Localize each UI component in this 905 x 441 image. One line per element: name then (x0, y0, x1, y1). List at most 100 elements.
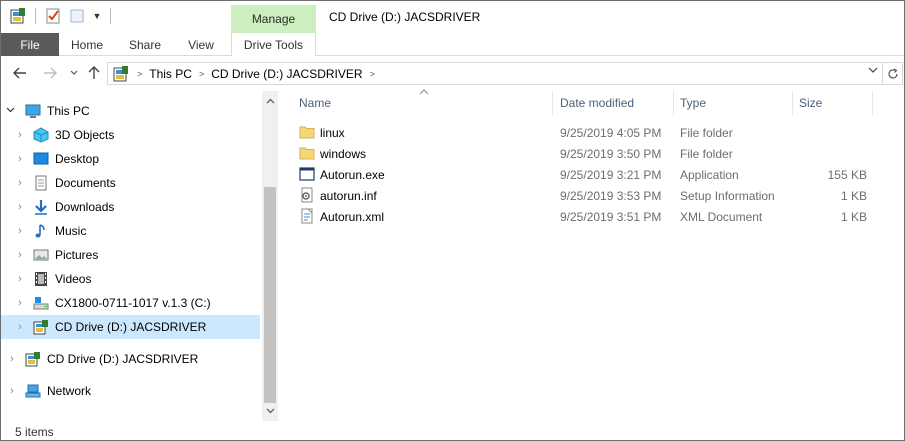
hard-drive-icon (33, 297, 49, 310)
chevron-down-icon (868, 67, 878, 73)
cd-drive-icon (113, 65, 128, 81)
chevron-down-icon (70, 70, 78, 75)
arrow-right-icon (44, 67, 57, 79)
refresh-button[interactable] (883, 62, 903, 85)
nav-item-label: CX1800-0711-1017 v.1.3 (C:) (55, 296, 211, 310)
column-header-date-modified[interactable]: Date modified (554, 91, 674, 115)
music-icon (35, 224, 45, 238)
expand-chevron[interactable]: › (15, 177, 25, 189)
tab-drive-tools[interactable]: Drive Tools (231, 33, 316, 56)
scrollbar-thumb[interactable] (264, 187, 276, 403)
3d-objects-icon (33, 127, 49, 143)
file-type: Application (680, 168, 739, 182)
address-bar[interactable]: > This PC > CD Drive (D:) JACSDRIVER > (107, 62, 883, 85)
expand-chevron[interactable]: › (15, 153, 25, 165)
nav-item-label: Music (55, 224, 87, 238)
toolbar-separator (110, 8, 111, 24)
file-name: windows (320, 147, 367, 161)
nav-item-downloads[interactable]: › Downloads (1, 195, 260, 219)
tab-view[interactable]: View (175, 33, 227, 56)
customize-toolbar-dropdown[interactable]: ▼ (92, 11, 102, 21)
nav-item-desktop[interactable]: › Desktop (1, 147, 260, 171)
tab-home[interactable]: Home (59, 33, 115, 56)
chevron-down-icon (6, 107, 14, 113)
column-header-name[interactable]: Name (293, 91, 553, 115)
tab-file[interactable]: File (1, 33, 59, 56)
scroll-down-button[interactable] (262, 403, 278, 419)
nav-item-label: Documents (55, 176, 116, 190)
application-icon (299, 167, 315, 181)
computer-icon (25, 104, 41, 118)
expand-chevron[interactable]: › (15, 225, 25, 237)
file-size: 155 KB (827, 168, 867, 182)
file-name: Autorun.xml (320, 210, 385, 224)
file-date: 9/25/2019 3:21 PM (560, 168, 662, 182)
up-button[interactable] (85, 64, 103, 82)
nav-item-documents[interactable]: › Documents (1, 171, 260, 195)
nav-item-this-pc[interactable]: This PC (1, 99, 260, 123)
nav-item-videos[interactable]: › Videos (1, 267, 260, 291)
breadcrumb-cd-drive[interactable]: CD Drive (D:) JACSDRIVER (211, 67, 362, 81)
column-header-size[interactable]: Size (793, 91, 873, 115)
scroll-up-button[interactable] (262, 93, 278, 109)
breadcrumb-separator[interactable]: > (370, 69, 375, 79)
ribbon-tabs: File Home Share View Drive Tools (1, 33, 904, 56)
properties-icon[interactable] (44, 7, 62, 25)
nav-item-network[interactable]: › Network (1, 379, 260, 403)
expand-chevron[interactable]: › (7, 353, 17, 365)
videos-icon (35, 272, 47, 286)
file-name: linux (320, 126, 345, 140)
forward-button[interactable] (41, 64, 59, 82)
expand-chevron[interactable]: › (15, 249, 25, 261)
file-type: File folder (680, 126, 733, 140)
nav-item-pictures[interactable]: › Pictures (1, 243, 260, 267)
nav-item-label: Pictures (55, 248, 99, 262)
arrow-up-icon (88, 66, 100, 79)
expand-chevron[interactable]: › (15, 129, 25, 141)
collapse-chevron[interactable] (5, 105, 15, 117)
cd-drive-icon[interactable] (9, 7, 27, 25)
chevron-up-icon (266, 98, 274, 104)
toolbar-separator (35, 8, 36, 24)
downloads-icon (35, 200, 47, 215)
expand-chevron[interactable]: › (7, 385, 17, 397)
nav-item-local-disk-c[interactable]: › CX1800-0711-1017 v.1.3 (C:) (1, 291, 260, 315)
nav-item-3d-objects[interactable]: › 3D Objects (1, 123, 260, 147)
breadcrumb-separator[interactable]: > (199, 69, 204, 79)
file-date: 9/25/2019 3:50 PM (560, 147, 662, 161)
nav-item-cd-drive-selected[interactable]: › CD Drive (D:) JACSDRIVER (1, 315, 260, 339)
address-history-dropdown[interactable] (868, 66, 878, 77)
file-row[interactable]: linux 9/25/2019 4:05 PM File folder (279, 122, 879, 143)
tab-share[interactable]: Share (117, 33, 173, 56)
quick-access-toolbar: ▼ (9, 7, 113, 25)
file-size: 1 KB (840, 189, 867, 203)
back-button[interactable] (11, 64, 29, 82)
breadcrumb-separator[interactable]: > (137, 69, 142, 79)
nav-item-label: Desktop (55, 152, 100, 166)
nav-item-music[interactable]: › Music (1, 219, 260, 243)
file-date: 9/25/2019 4:05 PM (560, 126, 662, 140)
expand-chevron[interactable]: › (15, 321, 25, 333)
new-folder-icon[interactable] (68, 7, 86, 25)
breadcrumb-this-pc[interactable]: This PC (149, 67, 192, 81)
file-date: 9/25/2019 3:53 PM (560, 189, 662, 203)
address-row: > This PC > CD Drive (D:) JACSDRIVER > (1, 57, 904, 89)
file-type: XML Document (680, 210, 763, 224)
file-row[interactable]: windows 9/25/2019 3:50 PM File folder (279, 143, 879, 164)
file-type: File folder (680, 147, 733, 161)
expand-chevron[interactable]: › (15, 297, 25, 309)
column-header-type[interactable]: Type (674, 91, 793, 115)
cd-drive-icon (25, 352, 40, 367)
nav-item-cd-drive[interactable]: › CD Drive (D:) JACSDRIVER (1, 347, 260, 371)
file-row[interactable]: Autorun.exe 9/25/2019 3:21 PM Applicatio… (279, 164, 879, 185)
file-row[interactable]: autorun.inf 9/25/2019 3:53 PM Setup Info… (279, 185, 879, 206)
explorer-window: ▼ Manage CD Drive (D:) JACSDRIVER File H… (0, 0, 905, 441)
expand-chevron[interactable]: › (15, 273, 25, 285)
title-bar: ▼ Manage CD Drive (D:) JACSDRIVER (1, 1, 904, 33)
recent-locations-button[interactable] (65, 64, 83, 82)
expand-chevron[interactable]: › (15, 201, 25, 213)
file-row[interactable]: Autorun.xml 9/25/2019 3:51 PM XML Docume… (279, 206, 879, 227)
navigation-scrollbar[interactable] (262, 91, 278, 421)
item-count: 5 items (15, 425, 54, 439)
tab-manage: Manage (231, 5, 316, 33)
